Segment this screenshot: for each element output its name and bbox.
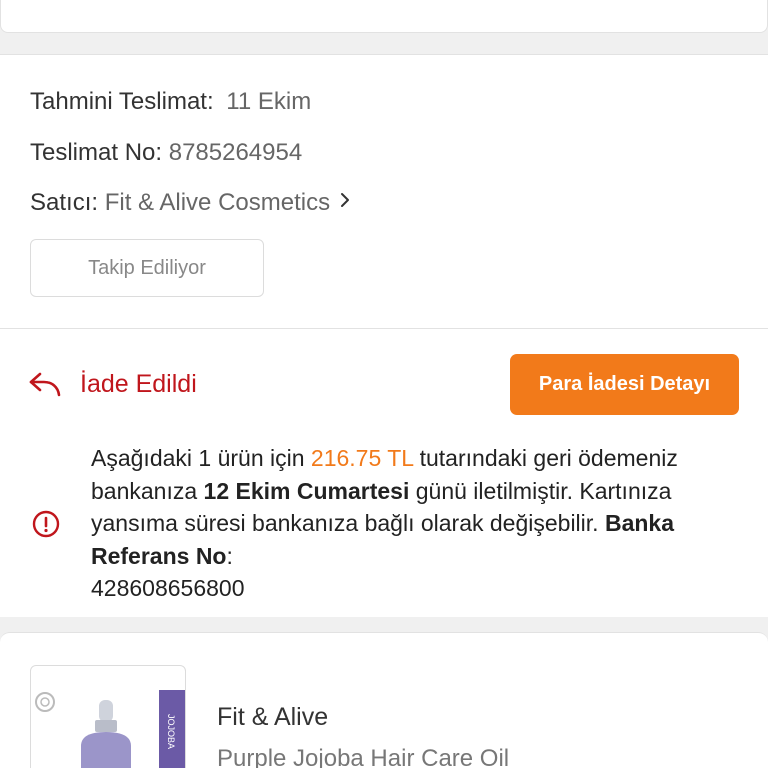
delivery-info-section: Tahmini Teslimat: 11 Ekim Teslimat No: 8… [0, 54, 768, 328]
delivery-number-value: 8785264954 [168, 139, 303, 166]
product-bottle-image: JOJOBA [35, 690, 185, 768]
return-arrow-icon [29, 372, 61, 397]
refund-message-part4: : [226, 542, 233, 569]
refund-message-part1: Aşağıdaki 1 ürün için [91, 445, 311, 471]
refund-section: İade Edildi Para İadesi Detayı Aşağıdaki… [0, 328, 768, 617]
refund-status: İade Edildi [28, 369, 197, 399]
estimated-delivery: Tahmini Teslimat: 11 Ekim [30, 87, 311, 117]
refund-detail-button[interactable]: Para İadesi Detayı [510, 354, 739, 415]
top-card [0, 0, 768, 33]
delivery-number: Teslimat No: 8785264954 [30, 138, 302, 168]
refund-date: 12 Ekim Cumartesi [203, 477, 410, 504]
seller-name[interactable]: Fit & Alive Cosmetics [105, 189, 330, 216]
bank-ref-number: 428608656800 [91, 575, 245, 601]
seller-label: Satıcı: [30, 189, 99, 216]
estimated-delivery-label: Tahmini Teslimat: [30, 88, 214, 115]
product-section: JOJOBA Fit & Alive Purple Jojoba Hair Ca… [0, 632, 768, 768]
follow-button[interactable]: Takip Ediliyor [30, 239, 264, 297]
product-name[interactable]: Purple Jojoba Hair Care Oil [217, 745, 509, 768]
estimated-delivery-value: 11 Ekim [226, 88, 312, 115]
chevron-right-icon [339, 188, 351, 218]
refund-status-text: İade Edildi [80, 369, 197, 398]
delivery-number-label: Teslimat No: [30, 139, 163, 166]
seller-link[interactable]: Satıcı: Fit & Alive Cosmetics [30, 188, 351, 218]
refund-amount: 216.75 TL [310, 445, 414, 471]
refund-message: Aşağıdaki 1 ürün için 216.75 TL tutarınd… [91, 442, 741, 605]
order-detail-page: Tahmini Teslimat: 11 Ekim Teslimat No: 8… [0, 0, 768, 768]
product-brand: Fit & Alive [217, 703, 329, 731]
info-circle-icon [32, 510, 60, 538]
product-label-text: JOJOBA [166, 714, 176, 749]
product-image[interactable]: JOJOBA [30, 665, 186, 768]
